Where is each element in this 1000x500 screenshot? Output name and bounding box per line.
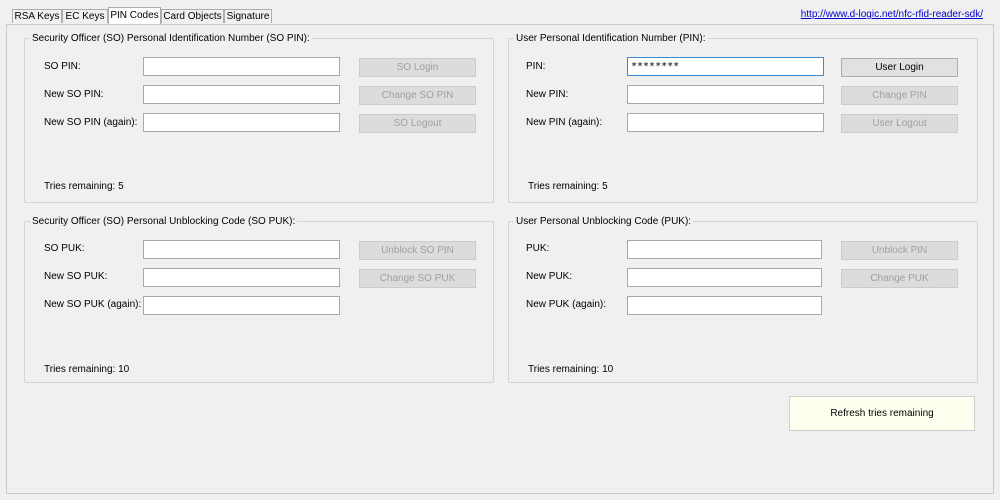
so-login-button[interactable]: SO Login (359, 58, 476, 77)
new-so-pin-again-input[interactable] (143, 113, 340, 132)
new-puk-again-label: New PUK (again): (526, 299, 607, 310)
user-login-button[interactable]: User Login (841, 58, 958, 77)
new-puk-again-input[interactable] (627, 296, 822, 315)
new-so-puk-again-label: New SO PUK (again): (44, 299, 142, 310)
so-logout-button[interactable]: SO Logout (359, 114, 476, 133)
change-so-pin-button[interactable]: Change SO PIN (359, 86, 476, 105)
pin-label: PIN: (526, 61, 546, 72)
change-puk-button[interactable]: Change PUK (841, 269, 958, 288)
so-pin-input[interactable] (143, 57, 340, 76)
so-puk-input[interactable] (143, 240, 340, 259)
user-pin-group-title: User Personal Identification Number (PIN… (516, 33, 706, 44)
new-puk-label: New PUK: (526, 271, 573, 282)
new-so-puk-input[interactable] (143, 268, 340, 287)
sdk-link[interactable]: http://www.d-logic.net/nfc-rfid-reader-s… (801, 9, 983, 20)
new-pin-again-label: New PIN (again): (526, 117, 603, 128)
tab-ec-keys[interactable]: EC Keys (62, 9, 108, 23)
so-puk-tries-remaining: Tries remaining: 10 (44, 364, 130, 375)
new-so-pin-label: New SO PIN: (44, 89, 104, 100)
user-logout-button[interactable]: User Logout (841, 114, 958, 133)
tab-pin-codes[interactable]: PIN Codes (108, 7, 161, 24)
new-so-pin-again-label: New SO PIN (again): (44, 117, 138, 128)
puk-label: PUK: (526, 243, 550, 254)
refresh-tries-button[interactable]: Refresh tries remaining (789, 396, 975, 431)
new-pin-input[interactable] (627, 85, 824, 104)
so-puk-label: SO PUK: (44, 243, 85, 254)
so-puk-group-title: Security Officer (SO) Personal Unblockin… (32, 216, 296, 227)
change-pin-button[interactable]: Change PIN (841, 86, 958, 105)
tab-rsa-keys[interactable]: RSA Keys (12, 9, 62, 23)
new-so-pin-input[interactable] (143, 85, 340, 104)
new-pin-again-input[interactable] (627, 113, 824, 132)
new-so-puk-again-input[interactable] (143, 296, 340, 315)
tab-signature[interactable]: Signature (224, 9, 272, 23)
puk-input[interactable] (627, 240, 822, 259)
change-so-puk-button[interactable]: Change SO PUK (359, 269, 476, 288)
unblock-so-pin-button[interactable]: Unblock SO PIN (359, 241, 476, 260)
user-puk-tries-remaining: Tries remaining: 10 (528, 364, 614, 375)
user-pin-tries-remaining: Tries remaining: 5 (528, 181, 608, 192)
pin-input[interactable] (627, 57, 824, 76)
tab-card-objects[interactable]: Card Objects (161, 9, 224, 23)
new-so-puk-label: New SO PUK: (44, 271, 108, 282)
so-pin-group-title: Security Officer (SO) Personal Identific… (32, 33, 310, 44)
new-pin-label: New PIN: (526, 89, 569, 100)
so-pin-tries-remaining: Tries remaining: 5 (44, 181, 124, 192)
new-puk-input[interactable] (627, 268, 822, 287)
unblock-pin-button[interactable]: Unblock PIN (841, 241, 958, 260)
so-pin-label: SO PIN: (44, 61, 81, 72)
user-puk-group-title: User Personal Unblocking Code (PUK): (516, 216, 692, 227)
